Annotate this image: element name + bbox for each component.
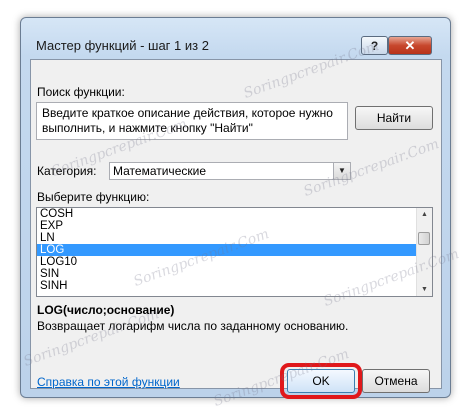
function-list-item[interactable]: LOG	[37, 244, 417, 256]
scroll-up-icon[interactable]: ▲	[417, 208, 432, 221]
list-scrollbar[interactable]: ▲ ▼	[416, 208, 432, 296]
category-label: Категория:	[37, 164, 97, 178]
category-select[interactable]: Математические ▼	[109, 162, 351, 180]
ok-button[interactable]: OK	[287, 369, 355, 393]
search-text-line1: Введите краткое описание действия, котор…	[42, 106, 333, 120]
help-button[interactable]: ?	[361, 36, 388, 55]
function-list-item[interactable]: LN	[37, 232, 417, 244]
dialog-title: Мастер функций - шаг 1 из 2	[36, 38, 209, 53]
search-text-line2: выполнить, и нажмите кнопку "Найти"	[42, 121, 253, 135]
scroll-down-icon[interactable]: ▼	[417, 283, 432, 296]
function-list-items: COSH EXP LN LOG LOG10 SIN SINH	[37, 208, 432, 292]
function-list-item[interactable]: SIN	[37, 268, 417, 280]
function-listbox[interactable]: COSH EXP LN LOG LOG10 SIN SINH ▲ ▼	[36, 207, 433, 297]
function-list-item[interactable]: SINH	[37, 280, 417, 292]
scroll-thumb[interactable]	[418, 232, 430, 245]
function-list-item[interactable]: LOG10	[37, 256, 417, 268]
function-list-item[interactable]: EXP	[37, 220, 417, 232]
function-list-item[interactable]: COSH	[37, 208, 417, 220]
search-label: Поиск функции:	[37, 85, 125, 99]
close-button[interactable]: ✕	[388, 36, 432, 55]
search-input[interactable]: Введите краткое описание действия, котор…	[36, 102, 348, 140]
close-icon: ✕	[404, 37, 416, 53]
dropdown-arrow-icon[interactable]: ▼	[333, 163, 350, 179]
function-description: Возвращает логарифм числа по заданному о…	[37, 319, 349, 333]
function-signature: LOG(число;основание)	[37, 303, 175, 317]
cancel-button[interactable]: Отмена	[362, 369, 430, 393]
category-selected-value: Математические	[113, 164, 206, 178]
dialog-client-area: Поиск функции: Введите краткое описание …	[30, 59, 442, 399]
dialog-window: Мастер функций - шаг 1 из 2 ? ✕ Поиск фу…	[20, 17, 451, 399]
find-button[interactable]: Найти	[355, 106, 433, 130]
function-help-link[interactable]: Справка по этой функции	[37, 375, 180, 389]
function-list-label: Выберите функцию:	[37, 190, 150, 204]
